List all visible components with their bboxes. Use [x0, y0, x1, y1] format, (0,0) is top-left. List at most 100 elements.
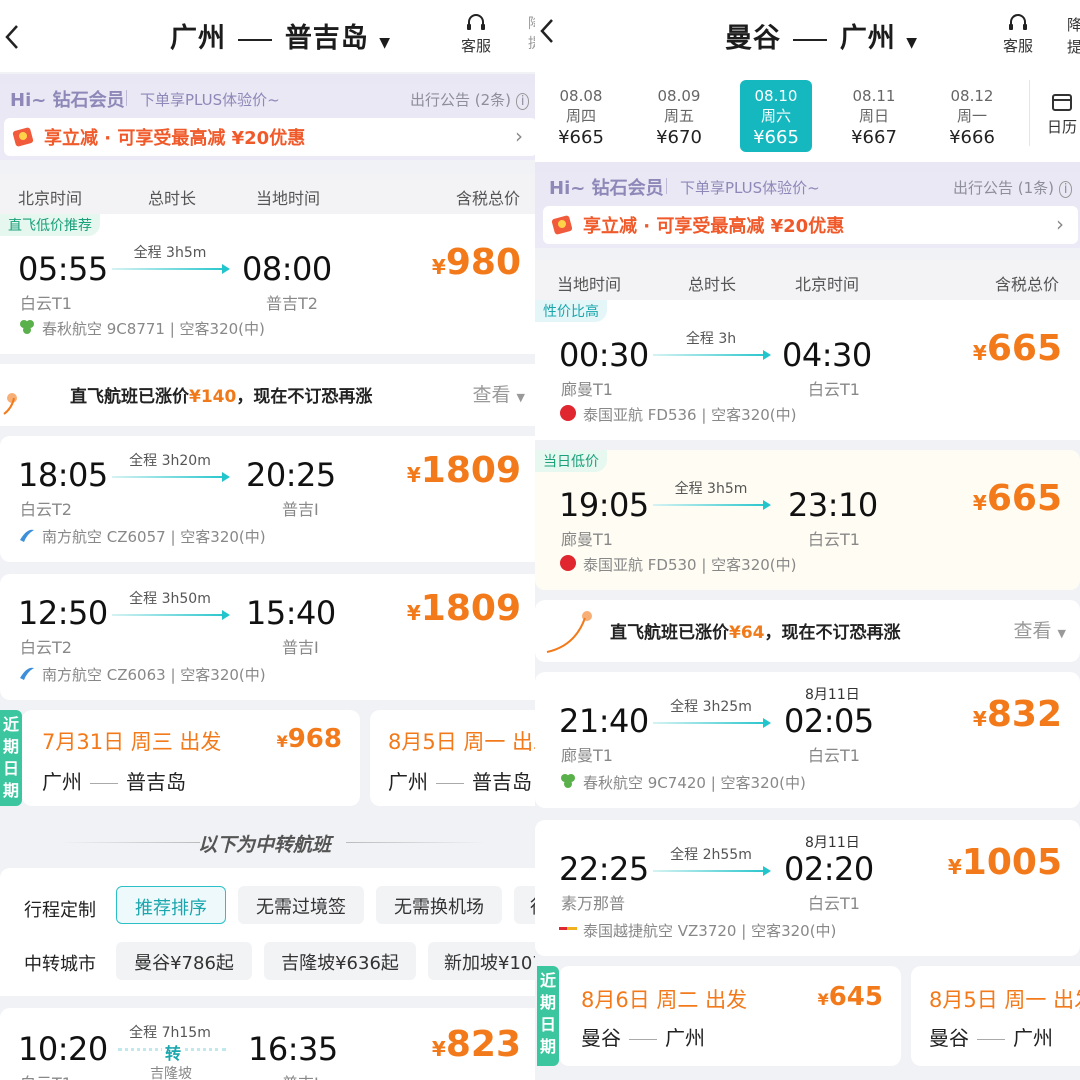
price: ¥832	[973, 694, 1062, 735]
travel-notice-link[interactable]: 出行公告 (2条) i	[410, 89, 530, 110]
nearby-date: 8月6日 周二 出发	[581, 988, 748, 1012]
rise-text: 直飞航班已涨价	[610, 623, 729, 643]
chip-no-transit-visa[interactable]: 无需过境签	[238, 886, 364, 924]
from-city: 曼谷	[581, 1026, 621, 1050]
price: ¥665	[973, 328, 1062, 369]
chip-no-airport-change[interactable]: 无需换机场	[376, 886, 502, 924]
customer-service-button[interactable]: 客服	[1003, 12, 1033, 56]
nearby-dates-tab: 近期日期	[537, 966, 559, 1066]
date-option[interactable]: 08.09 周五 ¥670	[637, 80, 721, 152]
weekday-label: 周六	[760, 107, 791, 125]
chip-kuala-lumpur[interactable]: 吉隆坡¥636起	[264, 942, 416, 980]
chip-bangkok[interactable]: 曼谷¥786起	[116, 942, 252, 980]
dep-airport: 素万那普	[561, 894, 626, 913]
col-dep: 当地时间	[557, 275, 622, 294]
duration: 全程 3h5m	[133, 245, 207, 261]
divider	[1029, 80, 1030, 146]
plus-hint[interactable]: 下单享PLUS体验价~	[680, 177, 820, 198]
airasia-logo-icon	[560, 555, 576, 571]
price-value: 1809	[420, 450, 521, 491]
date-option[interactable]: 08.08 周四 ¥665	[539, 80, 623, 152]
date-option[interactable]: 08.12 周一 ¥666	[930, 80, 1014, 152]
date-price: ¥670	[656, 127, 702, 148]
price-value: 665	[986, 328, 1062, 369]
lowest-today-tag: 当日低价	[535, 450, 607, 472]
dep-time: 12:50	[18, 594, 108, 632]
flight-arrow-icon	[112, 610, 230, 620]
airline-info: 春秋航空 9C8771 | 空客320(中)	[42, 320, 265, 338]
arrow-icon	[436, 783, 464, 784]
date-option[interactable]: 08.11 周日 ¥667	[832, 80, 916, 152]
arr-airport: 白云T1	[808, 380, 860, 399]
flight-arrow-icon	[112, 264, 230, 274]
duration: 全程 7h15m	[129, 1025, 211, 1041]
route-title[interactable]: 广州 普吉岛 ▼	[170, 16, 391, 55]
promo-bar[interactable]: 享立减 · 可享受最高减 ¥20优惠 ›	[4, 118, 537, 156]
flight-card[interactable]: 8月11日 22:25 素万那普 全程 2h55m 02:20 白云T1 ¥10…	[535, 820, 1080, 956]
chevron-left-icon[interactable]	[539, 18, 555, 44]
caret-down-icon: ▼	[906, 35, 918, 51]
rise-message: 直飞航班已涨价¥140，现在不订恐再涨	[70, 382, 372, 407]
value-tag: 性价比高	[535, 300, 607, 322]
price: ¥1005	[948, 842, 1062, 883]
price-rise-banner[interactable]: 直飞航班已涨价¥64，现在不订恐再涨 查看 ▼	[535, 600, 1080, 662]
arrow-icon	[90, 783, 118, 784]
price-rise-banner[interactable]: 直飞航班已涨价¥140，现在不订恐再涨 查看 ▼	[0, 364, 545, 426]
nearby-date-card[interactable]: 8月6日 周二 出发 ¥645 曼谷 广州	[559, 966, 901, 1066]
flight-card[interactable]: 直飞低价推荐 05:55 白云T1 全程 3h5m 08:00 普吉T2 ¥98…	[0, 214, 545, 354]
customer-service-button[interactable]: 客服	[461, 12, 491, 56]
airasia-logo-icon	[560, 405, 576, 421]
transfer-title: 以下为中转航班	[198, 834, 332, 856]
weekday-label: 周五	[663, 107, 694, 125]
view-link[interactable]: 查看 ▼	[1013, 616, 1066, 643]
spring-airlines-logo-icon	[20, 320, 34, 334]
info-icon: i	[515, 93, 530, 110]
chevron-left-icon[interactable]	[4, 24, 20, 50]
travel-notice-link[interactable]: 出行公告 (1条) i	[953, 177, 1073, 198]
spring-airlines-logo-icon	[561, 774, 575, 788]
nearby-date-card[interactable]: 8月5日 周一 出发 广州 普吉岛	[370, 710, 545, 806]
date-label: 08.11	[852, 87, 896, 105]
headset-icon	[1009, 14, 1027, 30]
chip-singapore[interactable]: 新加坡¥107	[428, 942, 545, 980]
promo-bar[interactable]: 享立减 · 可享受最高减 ¥20优惠 ›	[543, 206, 1078, 244]
dep-time: 18:05	[18, 456, 108, 494]
rise-text-after: ，现在不订恐再涨	[236, 387, 373, 407]
currency: ¥	[972, 341, 987, 365]
dep-airport: 白云T1	[20, 1070, 72, 1080]
plus-hint[interactable]: 下单享PLUS体验价~	[140, 89, 280, 110]
dest-city: 广州	[839, 23, 896, 54]
col-price: 含税总价	[456, 189, 521, 208]
nearby-date-card[interactable]: 8月5日 周一 出发 曼谷 广州	[911, 966, 1080, 1066]
caret-down-icon: ▼	[1057, 627, 1066, 640]
date-label: 08.08	[559, 87, 603, 105]
flight-card[interactable]: 8月11日 21:40 廊曼T1 全程 3h25m 02:05 白云T1 ¥83…	[535, 672, 1080, 808]
price-alert-button[interactable]: 降价提醒	[1067, 14, 1080, 58]
dep-time: 10:20	[18, 1030, 108, 1068]
calendar-button[interactable]: 日历	[1047, 92, 1077, 137]
nearby-date-card[interactable]: 7月31日 周三 出发 ¥968 广州 普吉岛	[22, 710, 360, 806]
col-price: 含税总价	[995, 275, 1060, 294]
arr-airport: 白云T1	[808, 530, 860, 549]
arr-time: 20:25	[246, 456, 336, 494]
red-envelope-icon	[12, 127, 34, 147]
flight-card[interactable]: 当日低价 19:05 廊曼T1 全程 3h5m 23:10 白云T1 ¥665 …	[535, 450, 1080, 590]
transfer-mark: 转	[162, 1040, 185, 1064]
price-value: 968	[287, 724, 342, 754]
trend-up-icon	[546, 611, 592, 653]
transfer-flight-card[interactable]: 10:20 白云T1 全程 7h15m 转 吉隆坡 16:35 普吉I ¥823	[0, 1008, 545, 1080]
date-option-selected[interactable]: 08.10 周六 ¥665	[740, 80, 812, 152]
flight-card[interactable]: 性价比高 00:30 廊曼T1 全程 3h 04:30 白云T1 ¥665 泰国…	[535, 300, 1080, 440]
flight-card[interactable]: 18:05 白云T2 全程 3h20m 20:25 普吉I ¥1809 南方航空…	[0, 436, 545, 562]
chip-recommend-sort[interactable]: 推荐排序	[116, 886, 226, 924]
arrival-date: 8月11日	[805, 687, 860, 703]
info-icon: i	[1058, 181, 1073, 198]
red-envelope-icon	[551, 215, 573, 235]
view-link[interactable]: 查看 ▼	[472, 380, 525, 407]
right-panel-bangkok-guangzhou: 曼谷 广州 ▼ 客服 降价提醒 08.08周四¥665 08.09周五¥670 …	[535, 0, 1080, 1080]
trend-up-icon	[3, 393, 17, 415]
rise-text: 直飞航班已涨价	[70, 387, 189, 407]
flight-card[interactable]: 12:50 白云T2 全程 3h50m 15:40 普吉I ¥1809 南方航空…	[0, 574, 545, 700]
route-title[interactable]: 曼谷 广州 ▼	[725, 16, 918, 55]
airline-info: 南方航空 CZ6057 | 空客320(中)	[42, 528, 266, 546]
